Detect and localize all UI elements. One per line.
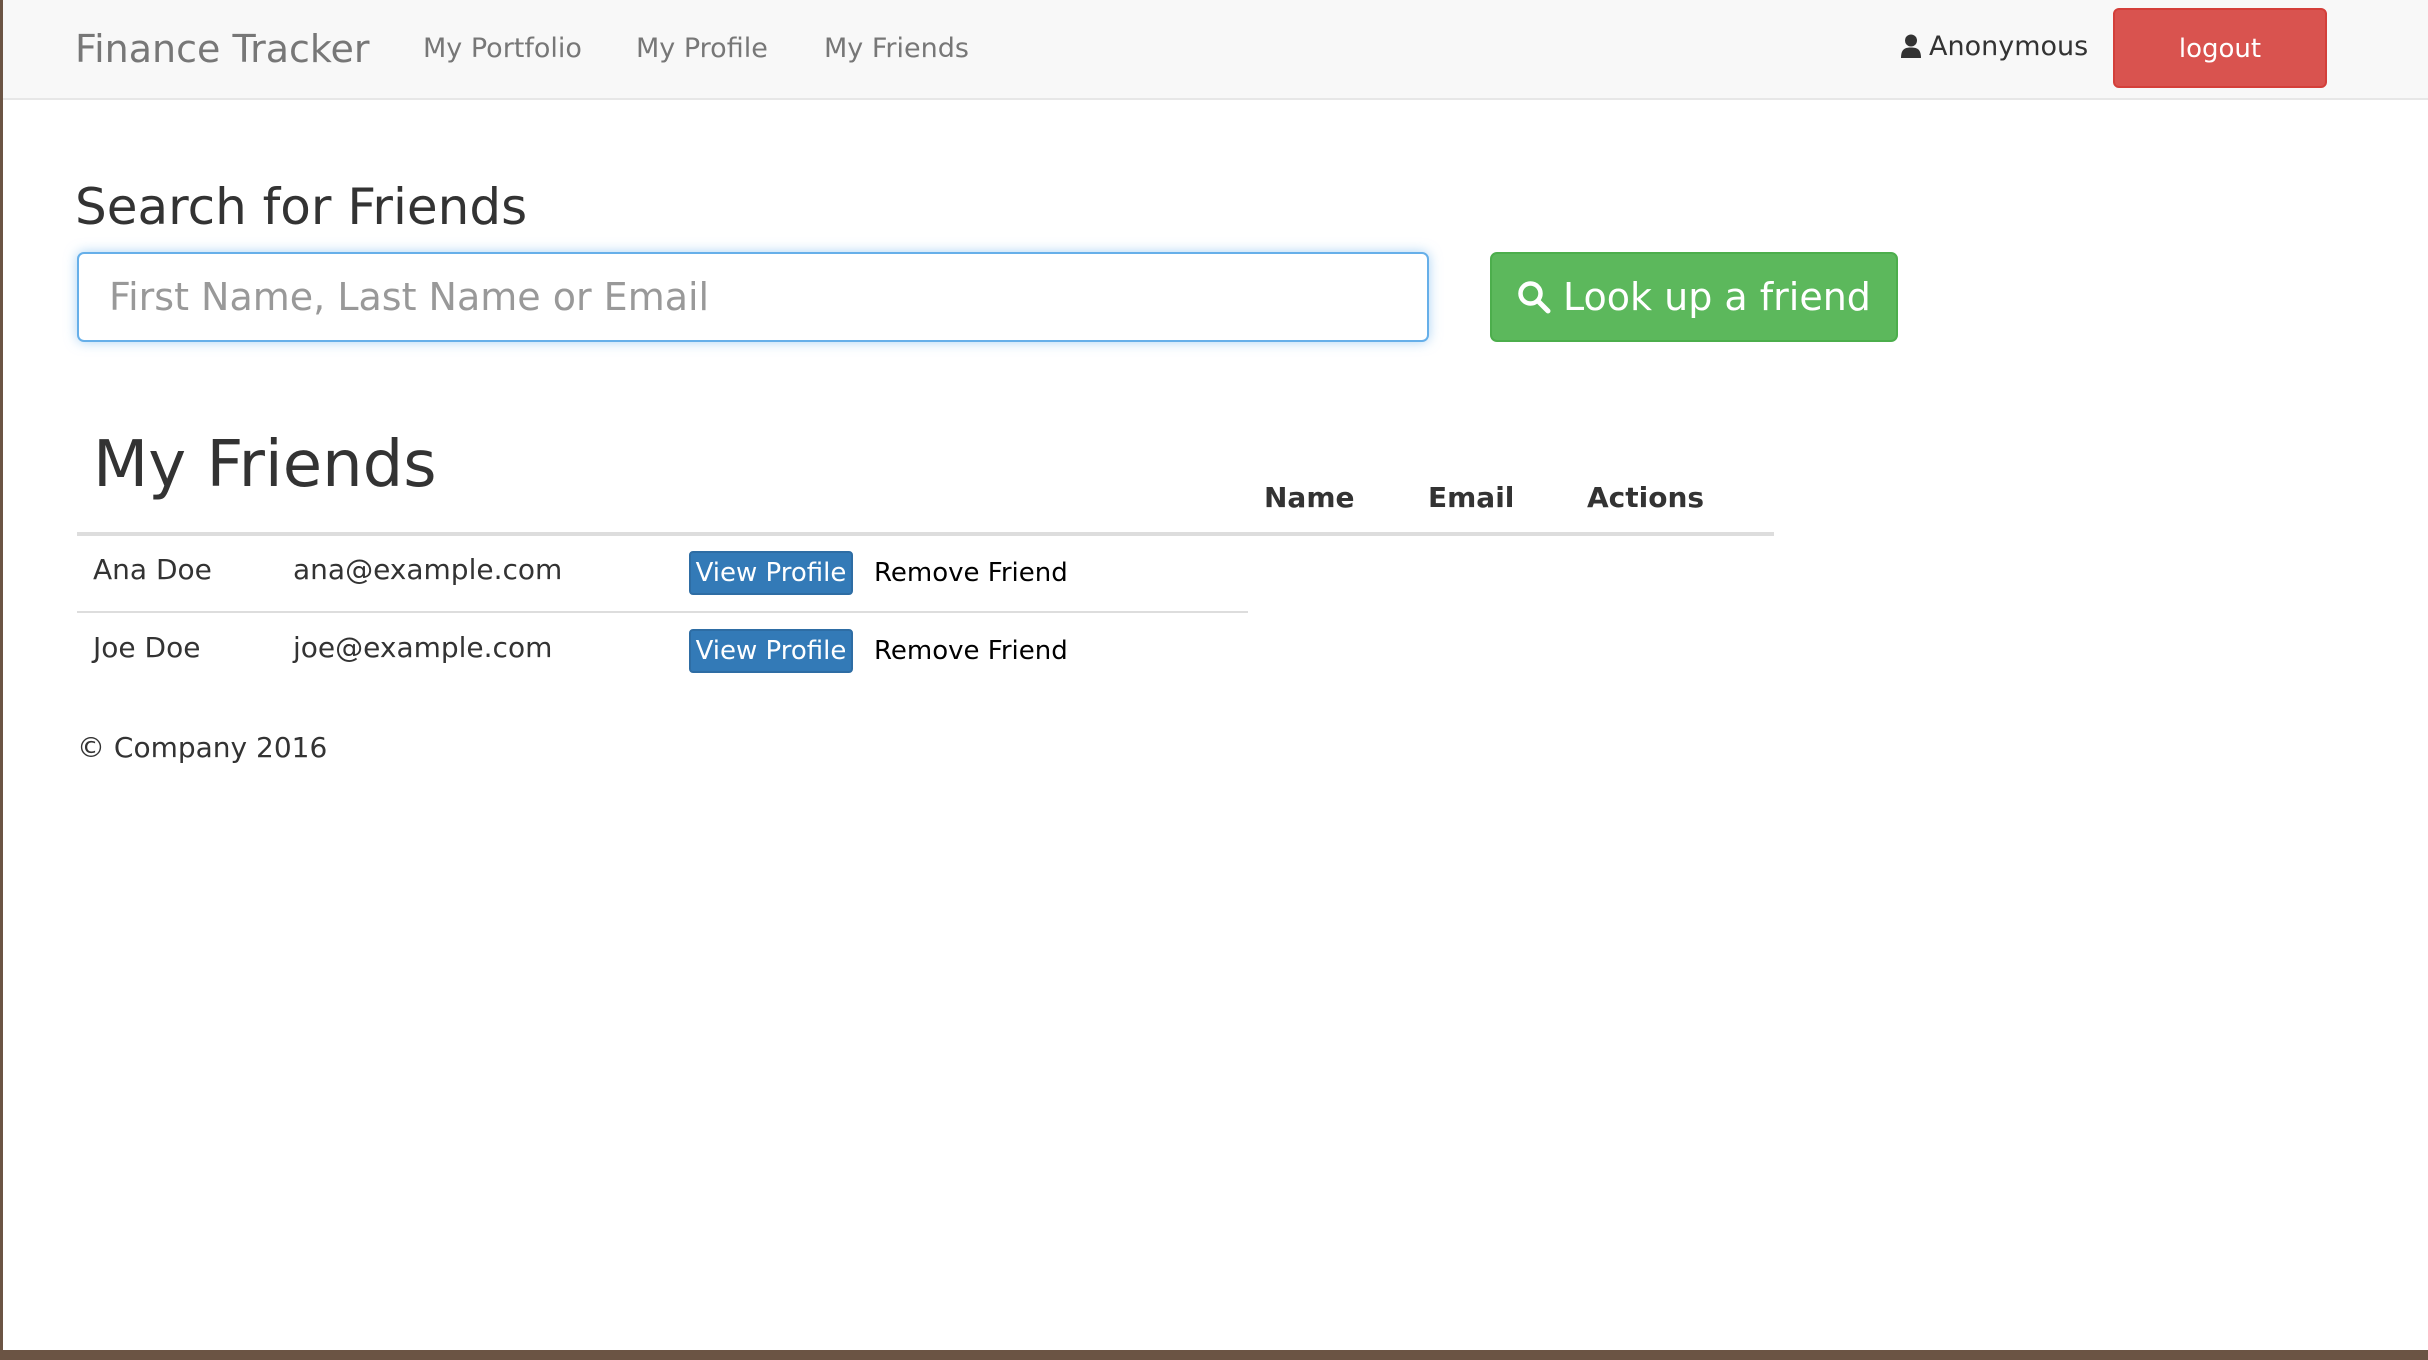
friend-name: Joe Doe xyxy=(93,631,201,664)
friend-email: ana@example.com xyxy=(293,553,563,586)
friend-search-input[interactable] xyxy=(77,252,1429,342)
look-up-friend-label: Look up a friend xyxy=(1563,275,1871,319)
user-icon xyxy=(1901,34,1921,58)
nav-my-friends[interactable]: My Friends xyxy=(824,0,969,98)
row-divider xyxy=(77,611,1248,613)
search-title: Search for Friends xyxy=(75,178,528,236)
look-up-friend-button[interactable]: Look up a friend xyxy=(1490,252,1898,342)
brand-link[interactable]: Finance Tracker xyxy=(75,0,370,98)
column-header-actions: Actions xyxy=(1587,481,1705,514)
friends-title: My Friends xyxy=(93,428,437,502)
search-icon xyxy=(1518,281,1551,314)
navbar: Finance Tracker My Portfolio My Profile … xyxy=(3,0,2428,100)
logout-button[interactable]: logout xyxy=(2113,8,2327,88)
column-header-name: Name xyxy=(1264,481,1355,514)
column-header-email: Email xyxy=(1428,481,1515,514)
user-name: Anonymous xyxy=(1929,31,2089,62)
table-header-divider xyxy=(77,532,1774,536)
friend-name: Ana Doe xyxy=(93,553,212,586)
view-profile-button[interactable]: View Profile xyxy=(689,551,853,595)
remove-friend-link[interactable]: Remove Friend xyxy=(874,629,1068,673)
nav-my-portfolio[interactable]: My Portfolio xyxy=(423,0,582,98)
footer-copyright: © Company 2016 xyxy=(77,731,328,764)
browser-window: Finance Tracker My Portfolio My Profile … xyxy=(3,0,2428,1350)
view-profile-button[interactable]: View Profile xyxy=(689,629,853,673)
user-menu[interactable]: Anonymous xyxy=(1901,0,2088,94)
remove-friend-link[interactable]: Remove Friend xyxy=(874,551,1068,595)
friend-email: joe@example.com xyxy=(293,631,553,664)
nav-my-profile[interactable]: My Profile xyxy=(636,0,768,98)
